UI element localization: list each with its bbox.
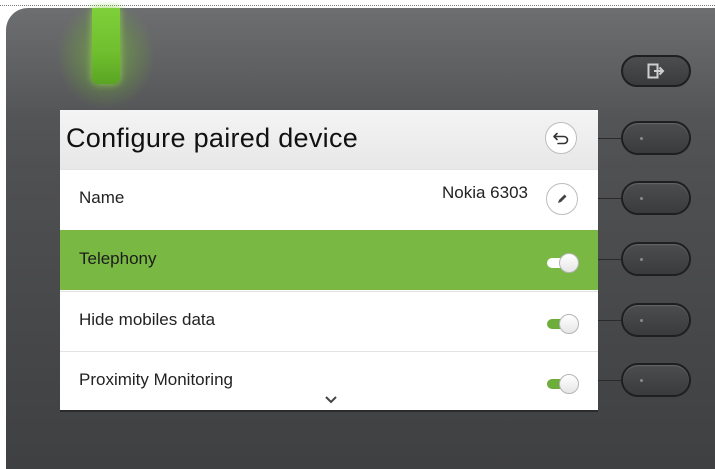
list-item-telephony[interactable]: Telephony bbox=[60, 230, 598, 290]
soft-key-5[interactable] bbox=[621, 363, 691, 397]
hide-mobiles-data-toggle[interactable] bbox=[547, 314, 581, 334]
back-arrow-icon bbox=[553, 132, 569, 145]
toggle-knob bbox=[559, 374, 579, 394]
chevron-down-icon[interactable] bbox=[324, 395, 338, 405]
list-item-name[interactable]: Name Nokia 6303 bbox=[60, 169, 598, 229]
soft-key-dot bbox=[640, 258, 643, 261]
leader-line-3 bbox=[598, 259, 622, 260]
proximity-monitoring-toggle[interactable] bbox=[547, 374, 581, 394]
leader-line-1 bbox=[598, 138, 622, 139]
leader-line-4 bbox=[598, 320, 622, 321]
screen-bottom-border bbox=[60, 410, 598, 412]
exit-key[interactable] bbox=[621, 55, 691, 87]
row-label: Telephony bbox=[79, 249, 157, 268]
soft-key-dot bbox=[640, 319, 643, 322]
leader-line-2 bbox=[598, 198, 622, 199]
telephony-toggle[interactable] bbox=[547, 253, 581, 273]
leader-line-5 bbox=[598, 380, 622, 381]
soft-key-dot bbox=[640, 137, 643, 140]
notification-led bbox=[92, 8, 120, 84]
row-label: Hide mobiles data bbox=[79, 310, 216, 329]
toggle-knob bbox=[559, 314, 579, 334]
desk-phone: Configure paired device Name Nokia 6303 … bbox=[0, 0, 715, 469]
soft-key-4[interactable] bbox=[621, 303, 691, 337]
exit-icon bbox=[647, 63, 665, 79]
soft-key-dot bbox=[640, 379, 643, 382]
screen-header: Configure paired device bbox=[60, 110, 598, 169]
back-button[interactable] bbox=[545, 122, 577, 154]
edit-button[interactable] bbox=[546, 183, 578, 215]
list-item-hide-mobiles-data[interactable]: Hide mobiles data bbox=[60, 291, 598, 351]
pencil-icon bbox=[558, 194, 567, 203]
row-value: Nokia 6303 bbox=[441, 183, 528, 202]
soft-key-2[interactable] bbox=[621, 181, 691, 215]
soft-key-1[interactable] bbox=[621, 121, 691, 155]
toggle-knob bbox=[559, 253, 579, 273]
phone-display: Configure paired device Name Nokia 6303 … bbox=[60, 110, 598, 412]
page-title: Configure paired device bbox=[66, 123, 359, 153]
soft-key-dot bbox=[640, 197, 643, 200]
row-label: Name bbox=[79, 188, 125, 207]
row-label: Proximity Monitoring bbox=[79, 370, 233, 389]
soft-key-3[interactable] bbox=[621, 242, 691, 276]
